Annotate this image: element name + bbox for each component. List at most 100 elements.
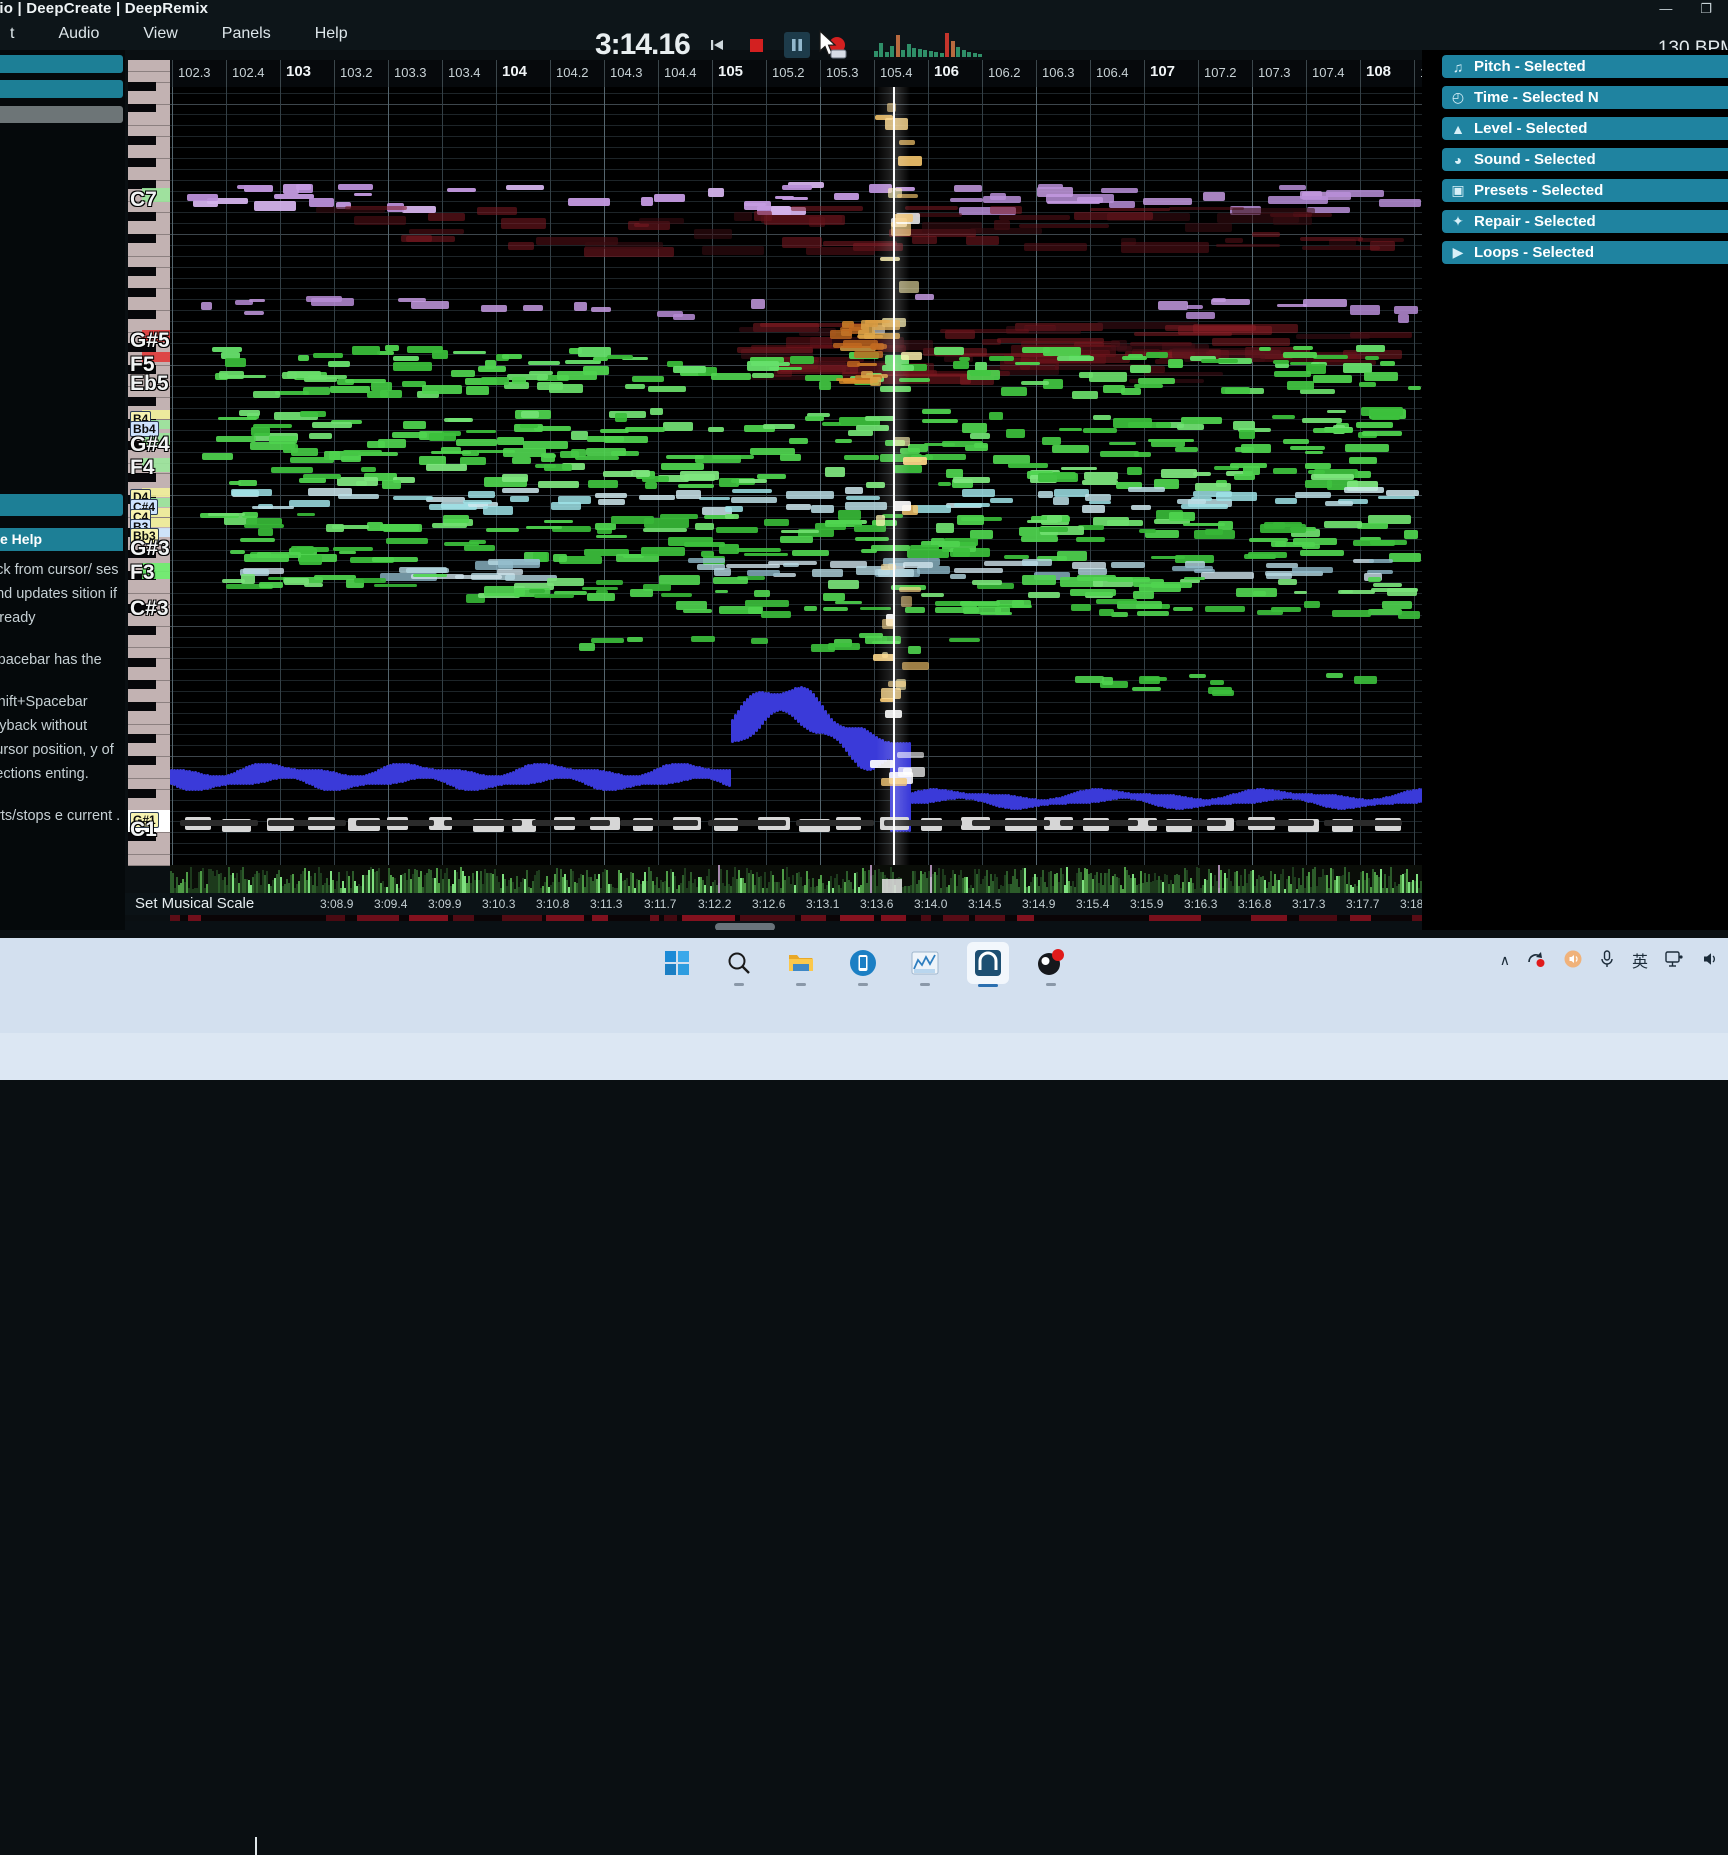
pitch-blob[interactable] — [352, 345, 380, 356]
pitch-blob[interactable] — [1283, 351, 1318, 359]
pitch-blob[interactable] — [1378, 199, 1421, 207]
pitch-blob[interactable] — [282, 184, 299, 194]
pitch-blob[interactable] — [526, 526, 563, 530]
pitch-blob[interactable] — [360, 466, 377, 472]
piano-black-key[interactable] — [128, 734, 156, 744]
pitch-blob[interactable] — [751, 299, 766, 309]
pitch-blob[interactable] — [421, 384, 462, 395]
language-indicator[interactable]: 英 — [1632, 948, 1648, 972]
pitch-blob[interactable] — [577, 346, 612, 357]
pitch-blob[interactable] — [257, 527, 273, 536]
pitch-blob[interactable] — [1120, 242, 1210, 253]
pitch-blob[interactable] — [822, 593, 846, 602]
pitch-blob[interactable] — [1243, 554, 1277, 559]
menu-item-help[interactable]: Help — [293, 22, 370, 46]
pitch-blob[interactable] — [694, 523, 715, 531]
pitch-blob[interactable] — [791, 550, 829, 556]
pitch-blob[interactable] — [354, 193, 373, 197]
pitch-blob[interactable] — [426, 464, 467, 471]
pitch-blob[interactable] — [730, 497, 777, 503]
pitch-blob[interactable] — [921, 418, 959, 423]
pitch-blob[interactable] — [804, 416, 825, 421]
pitch-blob[interactable] — [660, 593, 692, 598]
pitch-blob[interactable] — [707, 188, 725, 197]
pitch-blob[interactable] — [1224, 237, 1243, 244]
pitch-blob[interactable] — [956, 514, 985, 525]
pitch-blob[interactable] — [648, 385, 686, 393]
pitch-blob[interactable] — [966, 235, 1000, 246]
pitch-blob[interactable] — [627, 637, 643, 643]
pitch-blob[interactable] — [1186, 305, 1203, 310]
pitch-blob[interactable] — [218, 417, 257, 421]
pitch-blob[interactable] — [313, 352, 343, 359]
volume-icon[interactable] — [1702, 950, 1720, 971]
pitch-blob[interactable] — [573, 301, 587, 311]
pitch-blob[interactable] — [586, 447, 626, 457]
pitch-blob[interactable] — [575, 456, 620, 461]
pitch-blob[interactable] — [1188, 674, 1207, 679]
pitch-blob[interactable] — [780, 529, 820, 533]
panel-button-pitch[interactable]: ♫ Pitch - Selected — [1442, 55, 1728, 78]
pitch-blob[interactable] — [953, 548, 971, 558]
pitch-blob[interactable] — [1182, 522, 1226, 526]
pitch-blob[interactable] — [1299, 550, 1344, 557]
pitch-blob[interactable] — [308, 197, 334, 207]
pitch-blob[interactable] — [373, 583, 417, 588]
pitch-blob[interactable] — [1200, 359, 1239, 364]
pitch-blob[interactable] — [1127, 421, 1171, 428]
pitch-blob[interactable] — [786, 504, 811, 510]
pitch-blob[interactable] — [384, 345, 400, 351]
pitch-blob[interactable] — [1193, 530, 1235, 540]
search-button[interactable] — [719, 943, 759, 986]
pitch-blob[interactable] — [537, 481, 579, 488]
pitch-blob[interactable] — [641, 197, 654, 207]
pitch-blob[interactable] — [305, 295, 342, 303]
pitch-blob[interactable] — [1038, 491, 1053, 499]
pitch-blob[interactable] — [372, 556, 418, 563]
pitch-blob[interactable] — [1387, 588, 1417, 596]
pitch-blob[interactable] — [520, 410, 540, 419]
pitch-blob[interactable] — [1021, 574, 1056, 585]
pitch-blob[interactable] — [586, 435, 624, 442]
pitch-blob[interactable] — [949, 574, 966, 580]
overview-marker[interactable] — [930, 865, 932, 893]
pitch-blob[interactable] — [385, 538, 428, 544]
pitch-blob[interactable] — [1249, 538, 1288, 542]
pitch-blob[interactable] — [1192, 323, 1298, 334]
pitch-blob[interactable] — [782, 184, 813, 190]
pitch-blob[interactable] — [585, 241, 664, 250]
pitch-blob[interactable] — [720, 610, 750, 615]
pitch-blob[interactable] — [920, 592, 945, 598]
pitch-blob[interactable] — [505, 185, 545, 191]
pitch-blob[interactable] — [215, 435, 257, 443]
pitch-blob[interactable] — [498, 559, 541, 568]
pitch-blob[interactable] — [644, 482, 658, 490]
pitch-blob[interactable] — [803, 605, 817, 611]
pitch-blob[interactable] — [229, 549, 245, 555]
pitch-blob[interactable] — [557, 496, 592, 504]
pitch-blob[interactable] — [911, 236, 938, 244]
pitch-blob[interactable] — [763, 519, 790, 527]
pitch-blob[interactable] — [1398, 610, 1420, 619]
pitch-blob[interactable] — [848, 429, 874, 436]
pitch-blob[interactable] — [1326, 673, 1344, 678]
pitch-blob[interactable] — [250, 427, 271, 436]
pitch-blob[interactable] — [382, 479, 402, 490]
pitch-blob[interactable] — [1235, 587, 1278, 598]
pitch-blob[interactable] — [567, 197, 610, 206]
pitch-blob[interactable] — [1150, 582, 1193, 589]
pitch-blob[interactable] — [1356, 345, 1386, 353]
pitch-blob[interactable] — [1099, 609, 1115, 617]
pitch-blob[interactable] — [512, 376, 527, 384]
phone-link-button[interactable] — [843, 943, 883, 986]
pitch-blob[interactable] — [1038, 184, 1064, 190]
pitch-blob[interactable] — [1313, 354, 1349, 360]
pitch-blob[interactable] — [1311, 474, 1354, 481]
pitch-blob[interactable] — [1021, 558, 1052, 567]
pitch-blob[interactable] — [481, 305, 507, 313]
panel-button-level[interactable]: ▲ Level - Selected — [1442, 117, 1728, 140]
pitch-blob[interactable] — [1106, 520, 1143, 527]
pitch-blob[interactable] — [1131, 504, 1152, 510]
pitch-blob[interactable] — [509, 495, 529, 503]
pitch-blob[interactable] — [202, 453, 234, 460]
